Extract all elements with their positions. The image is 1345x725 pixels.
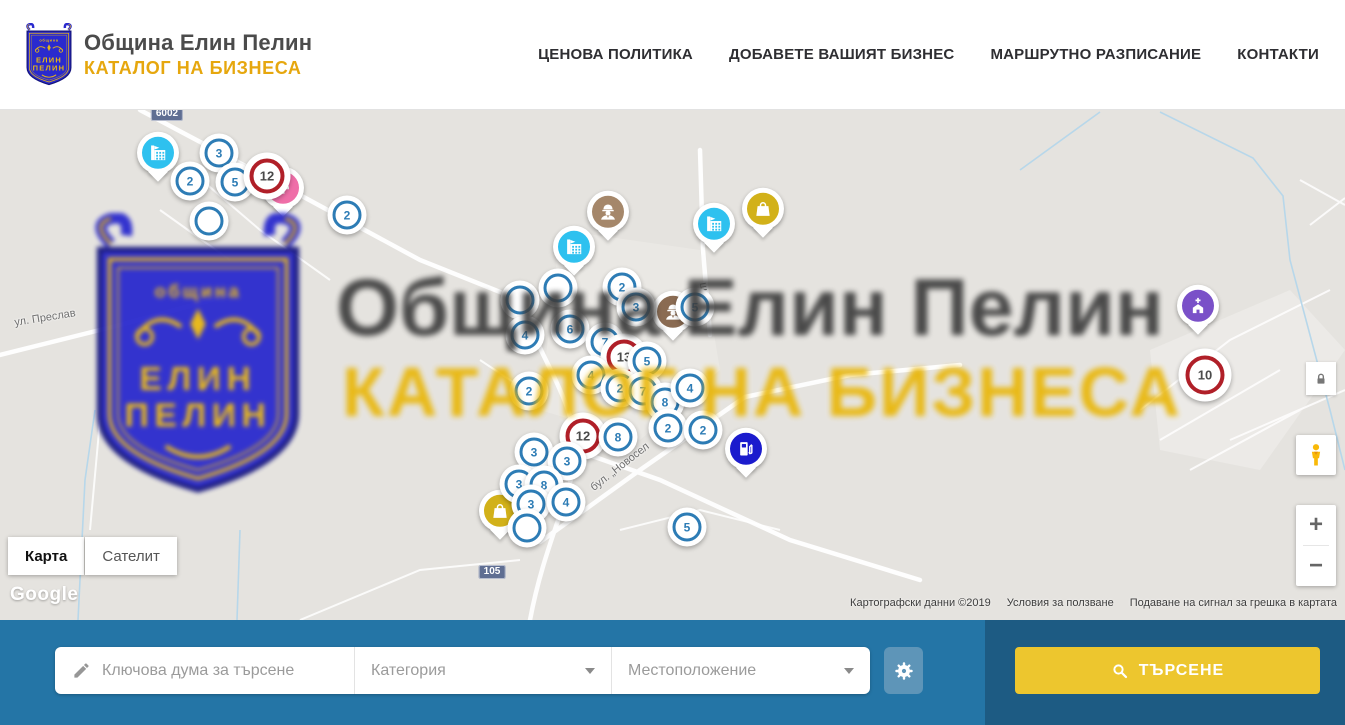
cluster-count: 2 — [654, 414, 683, 443]
cluster-count: 2 — [689, 416, 718, 445]
cluster-count: 10 — [1186, 356, 1225, 395]
cluster-marker[interactable]: 2 — [171, 162, 210, 201]
cluster-count: 4 — [676, 374, 705, 403]
search-box: Категория Местоположение — [55, 647, 870, 694]
nav-add-your-business[interactable]: ДОБАВЕТЕ ВАШИЯТ БИЗНЕС — [729, 46, 954, 63]
cluster-count — [513, 514, 542, 543]
google-logo[interactable]: Google — [10, 584, 78, 606]
cluster-marker[interactable] — [539, 269, 578, 308]
category-placeholder: Категория — [371, 662, 446, 680]
location-placeholder: Местоположение — [628, 662, 756, 680]
zoom-control: + − — [1296, 505, 1336, 586]
map-type-satellite-button[interactable]: Сателит — [85, 537, 177, 575]
map-type-control: Карта Сателит — [8, 537, 177, 575]
cluster-marker[interactable]: 5 — [668, 508, 707, 547]
header: Община Елин Пелин КАТАЛОГ НА БИЗНЕСА ЦЕН… — [0, 0, 1345, 110]
category-select[interactable]: Категория — [355, 647, 612, 694]
nav-contacts[interactable]: КОНТАКТИ — [1237, 46, 1319, 63]
map-type-map-button[interactable]: Карта — [8, 537, 84, 575]
cluster-count: 8 — [604, 423, 633, 452]
nav-pricing-policy[interactable]: ЦЕНОВА ПОЛИТИКА — [538, 46, 693, 63]
page: Община Елин Пелин КАТАЛОГ НА БИЗНЕСА ЦЕН… — [0, 0, 1345, 725]
cluster-count: 4 — [552, 488, 581, 517]
site-logo[interactable]: Община Елин Пелин КАТАЛОГ НА БИЗНЕСА — [24, 23, 312, 87]
lock-control[interactable] — [1306, 362, 1336, 395]
keyword-field[interactable] — [55, 647, 355, 694]
cluster-marker[interactable]: 3 — [617, 288, 656, 327]
street-view-pegman[interactable] — [1296, 435, 1336, 475]
search-icon — [1111, 662, 1129, 680]
cluster-count: 6 — [556, 315, 585, 344]
cluster-count — [544, 274, 573, 303]
cluster-marker[interactable] — [508, 509, 547, 548]
cluster-marker[interactable]: 2 — [649, 409, 688, 448]
cluster-marker[interactable]: 2 — [328, 196, 367, 235]
attribution-terms-link[interactable]: Условия за ползване — [1007, 597, 1114, 609]
zoom-in-button[interactable]: + — [1296, 505, 1336, 545]
cluster-marker[interactable]: 12 — [244, 153, 291, 200]
logo-text: Община Елин Пелин КАТАЛОГ НА БИЗНЕСА — [84, 30, 312, 79]
cluster-marker[interactable]: 10 — [1179, 349, 1232, 402]
cluster-count: 3 — [622, 293, 651, 322]
cluster-marker[interactable] — [190, 202, 229, 241]
cluster-count: 2 — [176, 167, 205, 196]
cluster-marker[interactable]: 4 — [547, 483, 586, 522]
cluster-count: 12 — [250, 159, 285, 194]
chevron-down-icon — [844, 668, 854, 674]
search-bar: Категория Местоположение — [0, 620, 1345, 725]
cluster-marker[interactable]: 2 — [684, 411, 723, 450]
padlock-icon — [1314, 372, 1328, 386]
pegman-icon — [1305, 443, 1327, 467]
attribution-report-link[interactable]: Подаване на сигнал за грешка в картата — [1130, 597, 1337, 609]
site-subtitle: КАТАЛОГ НА БИЗНЕСА — [84, 58, 312, 79]
gear-icon — [893, 660, 915, 682]
cluster-count: 2 — [515, 377, 544, 406]
cluster-count — [506, 286, 535, 315]
cluster-marker[interactable]: 5 — [676, 288, 715, 327]
cluster-count: 3 — [520, 438, 549, 467]
search-button-label: ТЪРСЕНЕ — [1139, 662, 1224, 680]
cluster-marker[interactable]: 6 — [551, 310, 590, 349]
cluster-marker[interactable] — [501, 281, 540, 320]
keyword-input[interactable] — [102, 662, 352, 680]
attribution-copyright: Картографски данни ©2019 — [850, 597, 991, 609]
cluster-count: 5 — [673, 513, 702, 542]
site-title: Община Елин Пелин — [84, 30, 312, 56]
chevron-down-icon — [585, 668, 595, 674]
cluster-marker[interactable]: 2 — [510, 372, 549, 411]
search-button[interactable]: ТЪРСЕНЕ — [1015, 647, 1320, 694]
cluster-marker[interactable]: 4 — [671, 369, 710, 408]
main-nav: ЦЕНОВА ПОЛИТИКА ДОБАВЕТЕ ВАШИЯТ БИЗНЕС М… — [538, 46, 1319, 63]
cluster-count: 5 — [681, 293, 710, 322]
cluster-count: 4 — [511, 321, 540, 350]
nav-route-timetable[interactable]: МАРШРУТНО РАЗПИСАНИЕ — [990, 46, 1201, 63]
location-select[interactable]: Местоположение — [612, 647, 870, 694]
municipality-crest-icon — [24, 23, 74, 87]
map-canvas[interactable]: 6002105ул. Преславбул. „Новоселщи 325122… — [0, 110, 1345, 620]
cluster-marker[interactable]: 8 — [599, 418, 638, 457]
zoom-out-button[interactable]: − — [1296, 546, 1336, 586]
advanced-settings-button[interactable] — [884, 647, 923, 694]
clusters-layer: 32512223564713542278422128333834510 — [0, 110, 1345, 620]
pencil-icon — [72, 661, 91, 680]
cluster-marker[interactable]: 4 — [506, 316, 545, 355]
map-attribution: Картографски данни ©2019 Условия за полз… — [850, 597, 1337, 609]
cluster-count: 2 — [333, 201, 362, 230]
cluster-count — [195, 207, 224, 236]
